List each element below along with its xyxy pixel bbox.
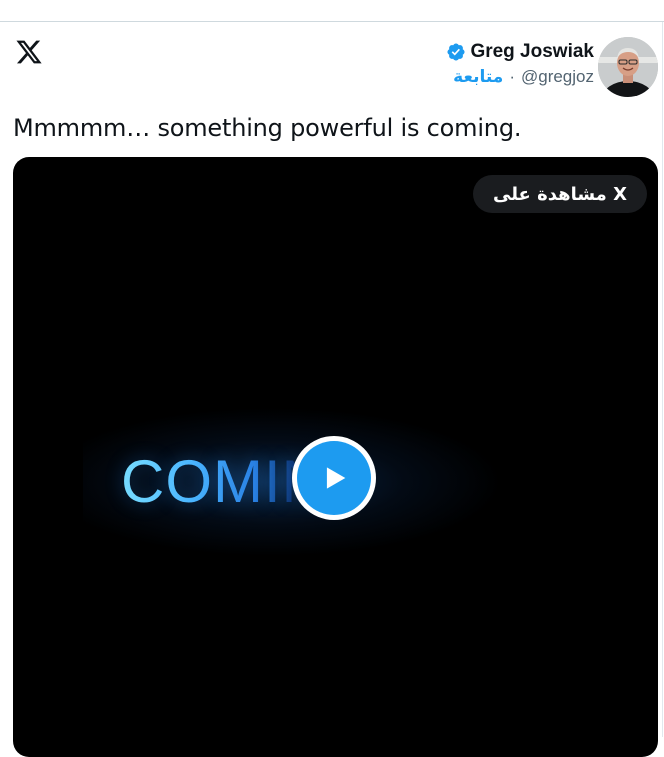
play-button[interactable] <box>292 436 376 520</box>
avatar-photo <box>598 37 658 97</box>
x-logo-icon[interactable] <box>14 38 44 66</box>
tweet-author: Greg Joswiak متابعة · @gregjoz <box>446 40 594 90</box>
author-name-row: Greg Joswiak <box>446 40 594 64</box>
tweet-text: Mmmmm… something powerful is coming. <box>13 114 522 142</box>
play-button-inner <box>297 441 371 515</box>
author-meta-row: متابعة · @gregjoz <box>446 64 594 90</box>
video-player[interactable]: مشاهدة على X COMIN <box>13 157 658 757</box>
watch-on-x-button[interactable]: مشاهدة على X <box>472 175 647 213</box>
meta-separator: · <box>509 67 515 86</box>
top-divider <box>0 21 664 22</box>
avatar[interactable] <box>598 37 658 97</box>
card-border <box>662 22 663 737</box>
verified-badge-icon <box>447 43 465 61</box>
author-display-name[interactable]: Greg Joswiak <box>470 41 594 63</box>
author-handle[interactable]: @gregjoz <box>521 67 594 87</box>
play-icon <box>326 467 346 489</box>
follow-link[interactable]: متابعة <box>453 67 503 87</box>
